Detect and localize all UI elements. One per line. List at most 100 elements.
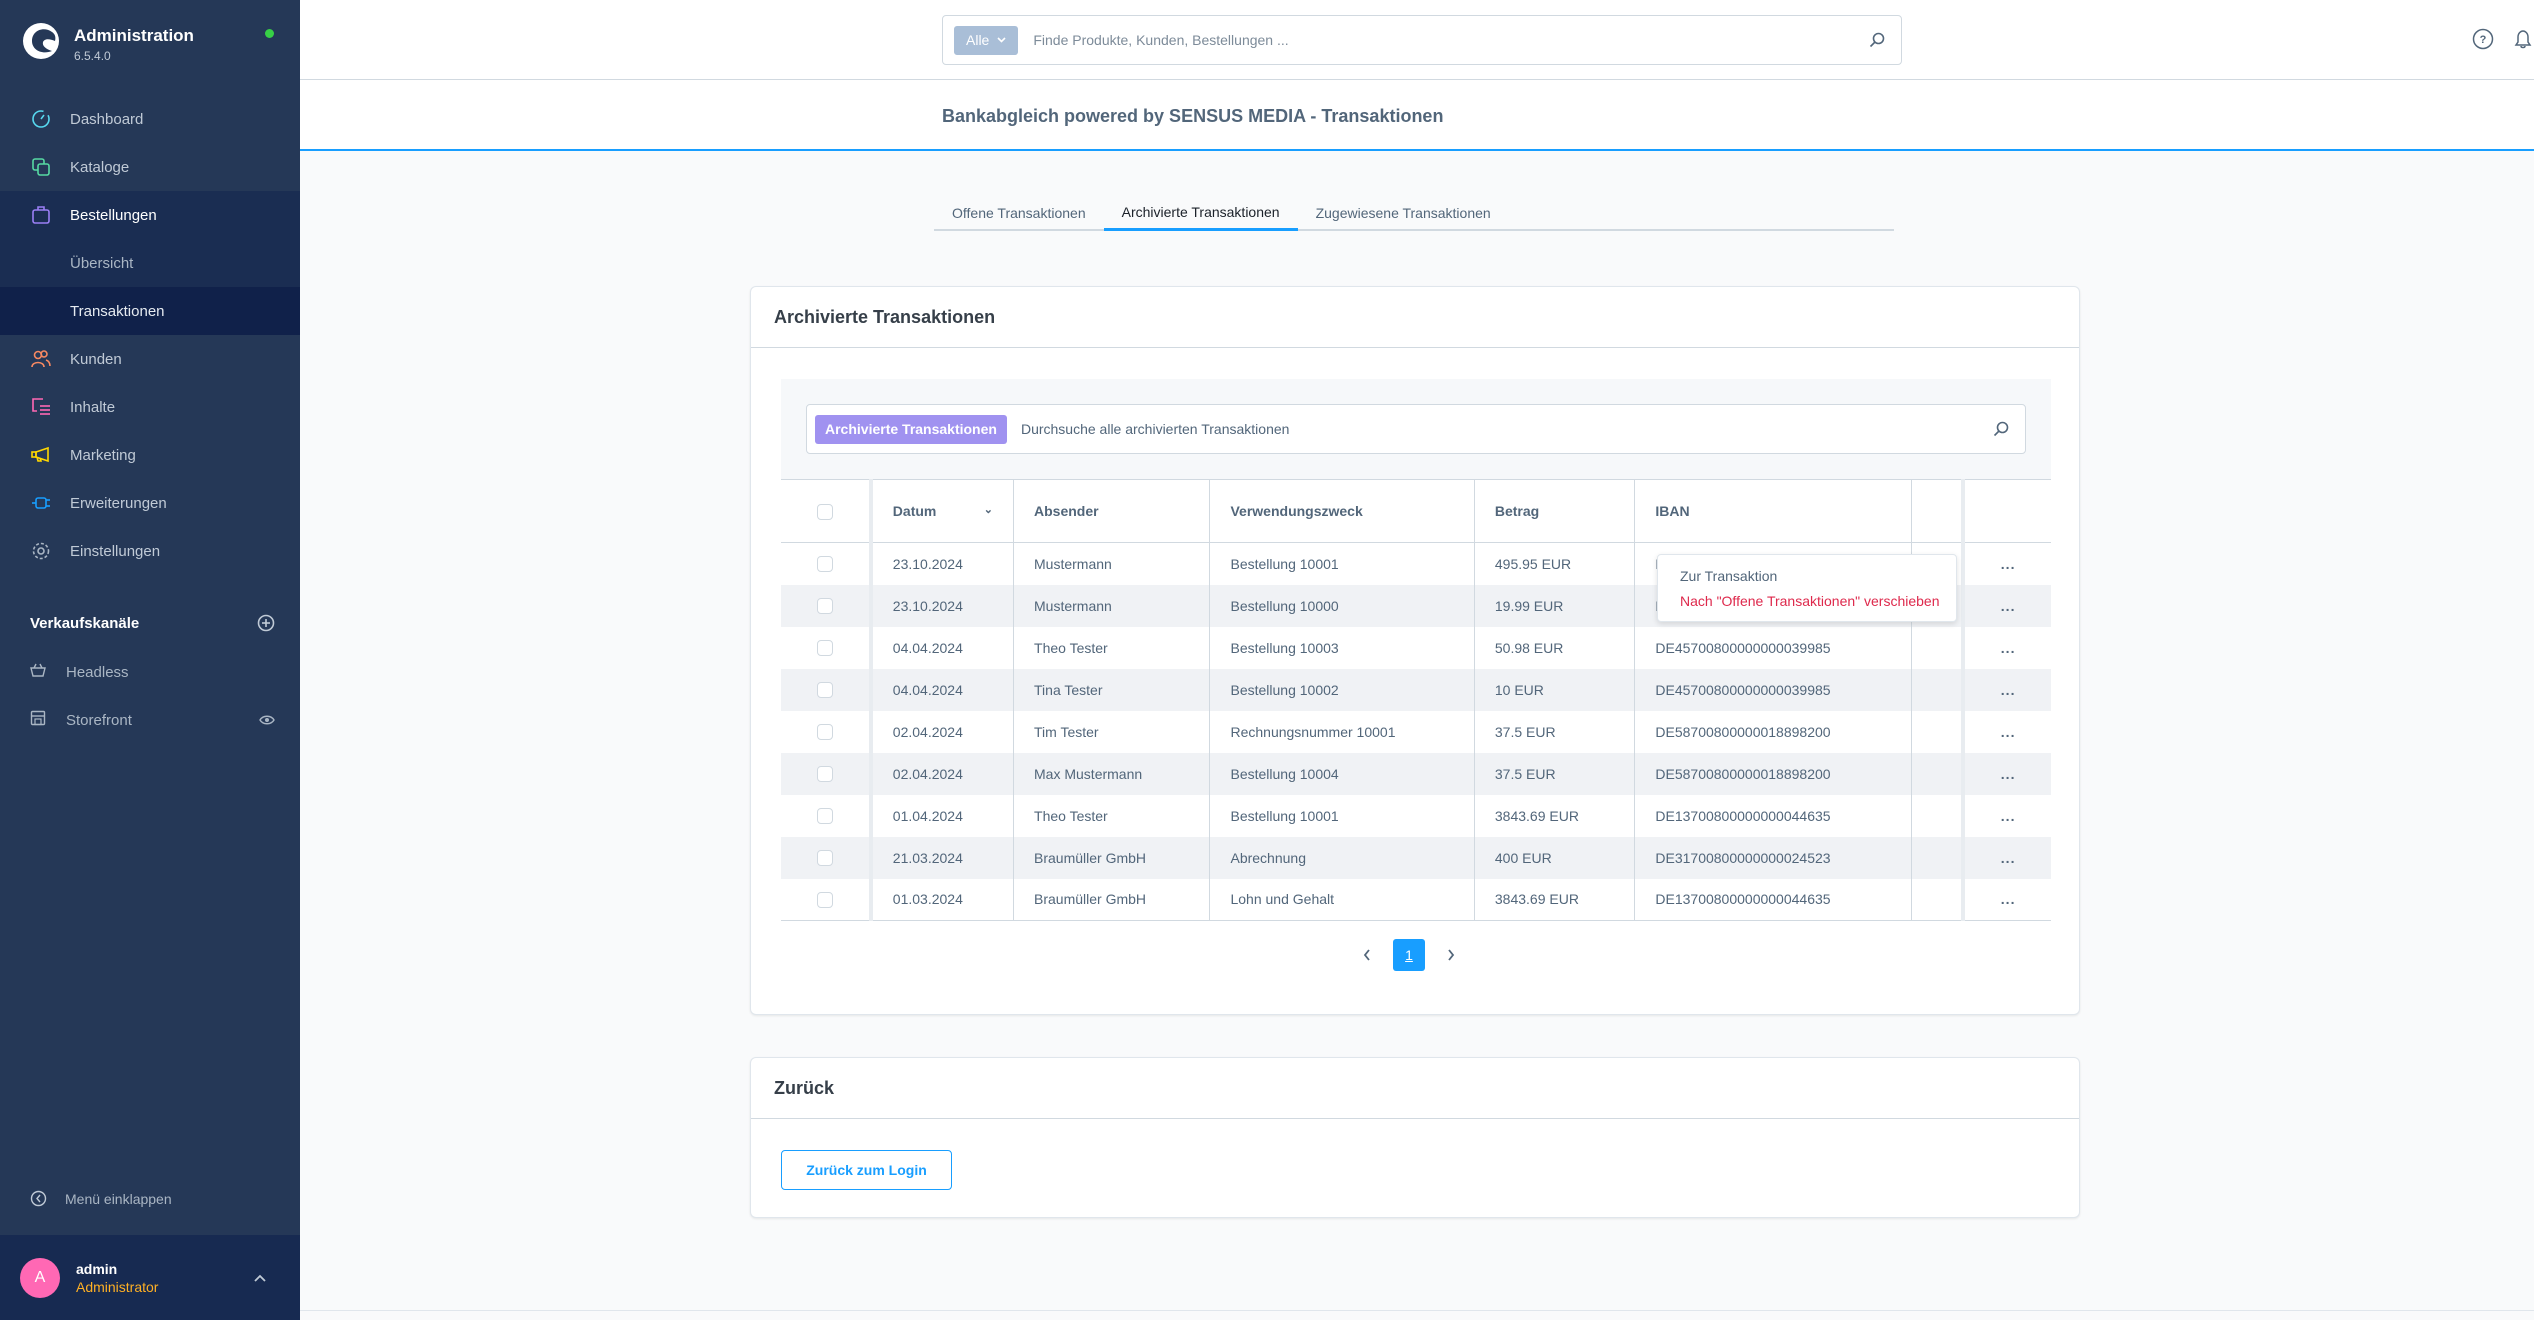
nav-kunden[interactable]: Kunden <box>0 335 300 383</box>
version-label: 6.5.4.0 <box>74 49 111 63</box>
row-actions-button[interactable]: ... <box>1963 836 2051 879</box>
row-select-cell <box>781 584 873 627</box>
chevron-right-icon[interactable] <box>1447 949 1455 961</box>
row-checkbox[interactable] <box>817 682 833 699</box>
basket-icon <box>30 662 48 682</box>
cell-datum: 21.03.2024 <box>870 836 1015 879</box>
cell-absender: Theo Tester <box>1013 794 1211 837</box>
row-select-cell <box>781 752 873 795</box>
row-actions-button[interactable]: ... <box>1963 543 2051 585</box>
page-header: Bankabgleich powered by SENSUS MEDIA - T… <box>300 80 2534 151</box>
cell-datum: 02.04.2024 <box>870 710 1015 753</box>
cell-spacer <box>1911 878 1966 921</box>
tab-zugewiesene-transaktionen[interactable]: Zugewiesene Transaktionen <box>1298 195 1509 231</box>
column-header-absender[interactable]: Absender <box>1013 479 1211 543</box>
context-item-open-transaction[interactable]: Zur Transaktion <box>1658 563 1956 588</box>
chevron-left-icon[interactable] <box>1363 949 1371 961</box>
cell-betrag: 400 EUR <box>1474 836 1636 879</box>
cell-iban: DE13700800000000044635 <box>1634 878 1912 921</box>
row-checkbox[interactable] <box>817 808 833 825</box>
sort-chevron-icon[interactable]: ⌄ <box>984 503 993 516</box>
collapse-menu-button[interactable]: Menü einklappen <box>30 1190 172 1207</box>
row-checkbox[interactable] <box>817 766 833 783</box>
cell-datum: 02.04.2024 <box>870 752 1015 795</box>
tab-offene-transaktionen[interactable]: Offene Transaktionen <box>934 195 1104 231</box>
row-actions-button[interactable]: ... <box>1963 584 2051 627</box>
shopping-bag-icon <box>30 204 52 226</box>
column-header-betrag[interactable]: Betrag <box>1474 479 1636 543</box>
channel-headless[interactable]: Headless <box>30 662 275 682</box>
nav-erweiterungen[interactable]: Erweiterungen <box>0 479 300 527</box>
select-all-checkbox[interactable] <box>817 503 833 520</box>
cell-verwendungszweck: Bestellung 10000 <box>1209 584 1475 627</box>
context-item-move-to-open[interactable]: Nach "Offene Transaktionen" verschieben <box>1658 588 1956 613</box>
help-icon[interactable]: ? <box>2472 28 2494 50</box>
pagination: 1 <box>1363 939 1455 971</box>
cell-datum: 01.04.2024 <box>870 794 1015 837</box>
column-header-verwendungszweck[interactable]: Verwendungszweck <box>1209 479 1475 543</box>
transaction-search-input[interactable] <box>1020 421 1993 437</box>
row-checkbox[interactable] <box>817 724 833 741</box>
row-checkbox[interactable] <box>817 640 833 657</box>
row-checkbox[interactable] <box>817 556 833 573</box>
cell-iban: DE45700800000000039985 <box>1634 626 1912 669</box>
row-actions-button[interactable]: ... <box>1963 878 2051 921</box>
row-actions-button[interactable]: ... <box>1963 752 2051 795</box>
row-actions-button[interactable]: ... <box>1963 711 2051 753</box>
nav-label: Kataloge <box>70 158 130 176</box>
bell-icon[interactable] <box>2512 28 2534 50</box>
chevron-left-circle-icon <box>30 1190 47 1207</box>
page-number-current[interactable]: 1 <box>1393 939 1425 971</box>
cell-iban: DE45700800000000039985 <box>1634 668 1912 711</box>
channel-storefront[interactable]: Storefront <box>30 710 275 730</box>
avatar: A <box>20 1257 60 1298</box>
search-icon[interactable] <box>1869 32 1885 48</box>
user-menu[interactable]: A admin Administrator <box>0 1235 300 1320</box>
nav-kataloge[interactable]: Kataloge <box>0 143 300 191</box>
table-header-row: Datum ⌄ Absender Verwendungszweck Betrag … <box>781 479 2051 543</box>
search-type-label: Alle <box>966 32 990 48</box>
column-header-iban[interactable]: IBAN <box>1634 479 1912 543</box>
nav-inhalte[interactable]: Inhalte <box>0 383 300 431</box>
cell-betrag: 37.5 EUR <box>1474 710 1636 753</box>
cell-verwendungszweck: Abrechnung <box>1209 836 1475 879</box>
row-select-cell <box>781 542 873 585</box>
table-row: 02.04.2024 Max Mustermann Bestellung 10004… <box>781 752 2051 795</box>
row-checkbox[interactable] <box>817 598 833 615</box>
search-scope-badge: Archivierte Transaktionen <box>815 414 1007 444</box>
back-to-login-button[interactable]: Zurück zum Login <box>781 1150 952 1190</box>
add-channel-icon[interactable] <box>257 614 275 632</box>
nav-sub-transaktionen[interactable]: Transaktionen <box>0 287 300 335</box>
user-name: admin <box>76 1260 118 1277</box>
cell-absender: Tim Tester <box>1013 710 1211 753</box>
tab-archivierte-transaktionen[interactable]: Archivierte Transaktionen <box>1103 195 1298 231</box>
row-actions-button[interactable]: ... <box>1963 668 2051 711</box>
global-search-input[interactable] <box>1033 32 1869 48</box>
cell-absender: Tina Tester <box>1013 668 1211 711</box>
cell-absender: Max Mustermann <box>1013 752 1211 795</box>
row-actions-button[interactable]: ... <box>1963 627 2051 669</box>
eye-icon[interactable] <box>259 714 275 726</box>
column-header-datum[interactable]: Datum ⌄ <box>870 479 1015 543</box>
cell-verwendungszweck: Bestellung 10001 <box>1209 794 1475 837</box>
brand-title: Administration <box>74 26 194 45</box>
row-actions-button[interactable]: ... <box>1963 795 2051 837</box>
search-icon[interactable] <box>1993 421 2009 437</box>
nav-marketing[interactable]: Marketing <box>0 431 300 479</box>
cell-datum: 04.04.2024 <box>870 668 1015 711</box>
search-type-select[interactable]: Alle <box>954 25 1019 55</box>
brand[interactable]: Administration 6.5.4.0 <box>22 22 194 63</box>
content-icon <box>30 396 52 418</box>
cell-betrag: 10 EUR <box>1474 668 1636 711</box>
nav-dashboard[interactable]: Dashboard <box>0 95 300 143</box>
cell-verwendungszweck: Rechnungsnummer 10001 <box>1209 710 1475 753</box>
row-checkbox[interactable] <box>817 850 833 867</box>
row-select-cell <box>781 668 873 711</box>
table-row: 01.03.2024 Braumüller GmbH Lohn und Gehalt… <box>781 878 2051 921</box>
svg-text:?: ? <box>2480 34 2487 46</box>
nav-bestellungen[interactable]: Bestellungen <box>0 191 300 239</box>
row-checkbox[interactable] <box>817 891 833 908</box>
nav-sub-uebersicht[interactable]: Übersicht <box>0 239 300 287</box>
gear-icon <box>30 540 52 562</box>
nav-einstellungen[interactable]: Einstellungen <box>0 527 300 575</box>
